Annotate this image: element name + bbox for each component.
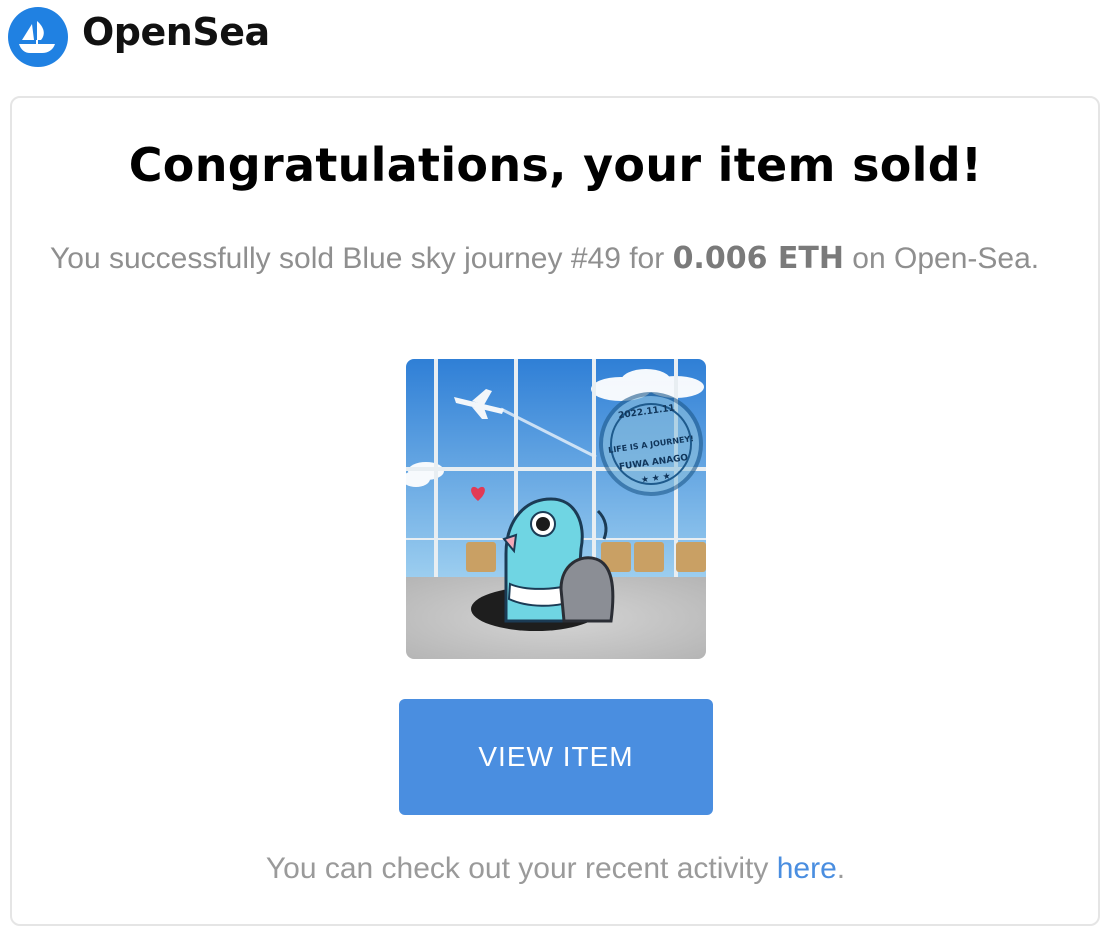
message-prefix: You successfully sold Blue sky journey #… (50, 242, 673, 275)
opensea-logo-icon[interactable] (8, 7, 68, 67)
view-item-button[interactable]: VIEW ITEM (399, 699, 713, 815)
nft-illustration: 2022.11.11 LIFE IS A JOURNEY! FUWA ANAGO… (406, 359, 706, 659)
email-title: Congratulations, your item sold! (128, 138, 983, 192)
sale-price: 0.006 ETH (672, 241, 844, 276)
brand-name[interactable]: OpenSea (82, 10, 270, 54)
activity-link[interactable]: here (777, 852, 837, 885)
sale-message: You successfully sold Blue sky journey #… (50, 238, 1050, 279)
nft-image[interactable]: 2022.11.11 LIFE IS A JOURNEY! FUWA ANAGO… (406, 359, 706, 659)
footer-suffix: . (836, 852, 846, 885)
footer-prefix: You can check out your recent activity (265, 852, 777, 885)
message-suffix: on Open-Sea. (843, 242, 1040, 275)
email-header: OpenSea (0, 0, 1111, 70)
footer-text: You can check out your recent activity h… (0, 852, 1111, 886)
